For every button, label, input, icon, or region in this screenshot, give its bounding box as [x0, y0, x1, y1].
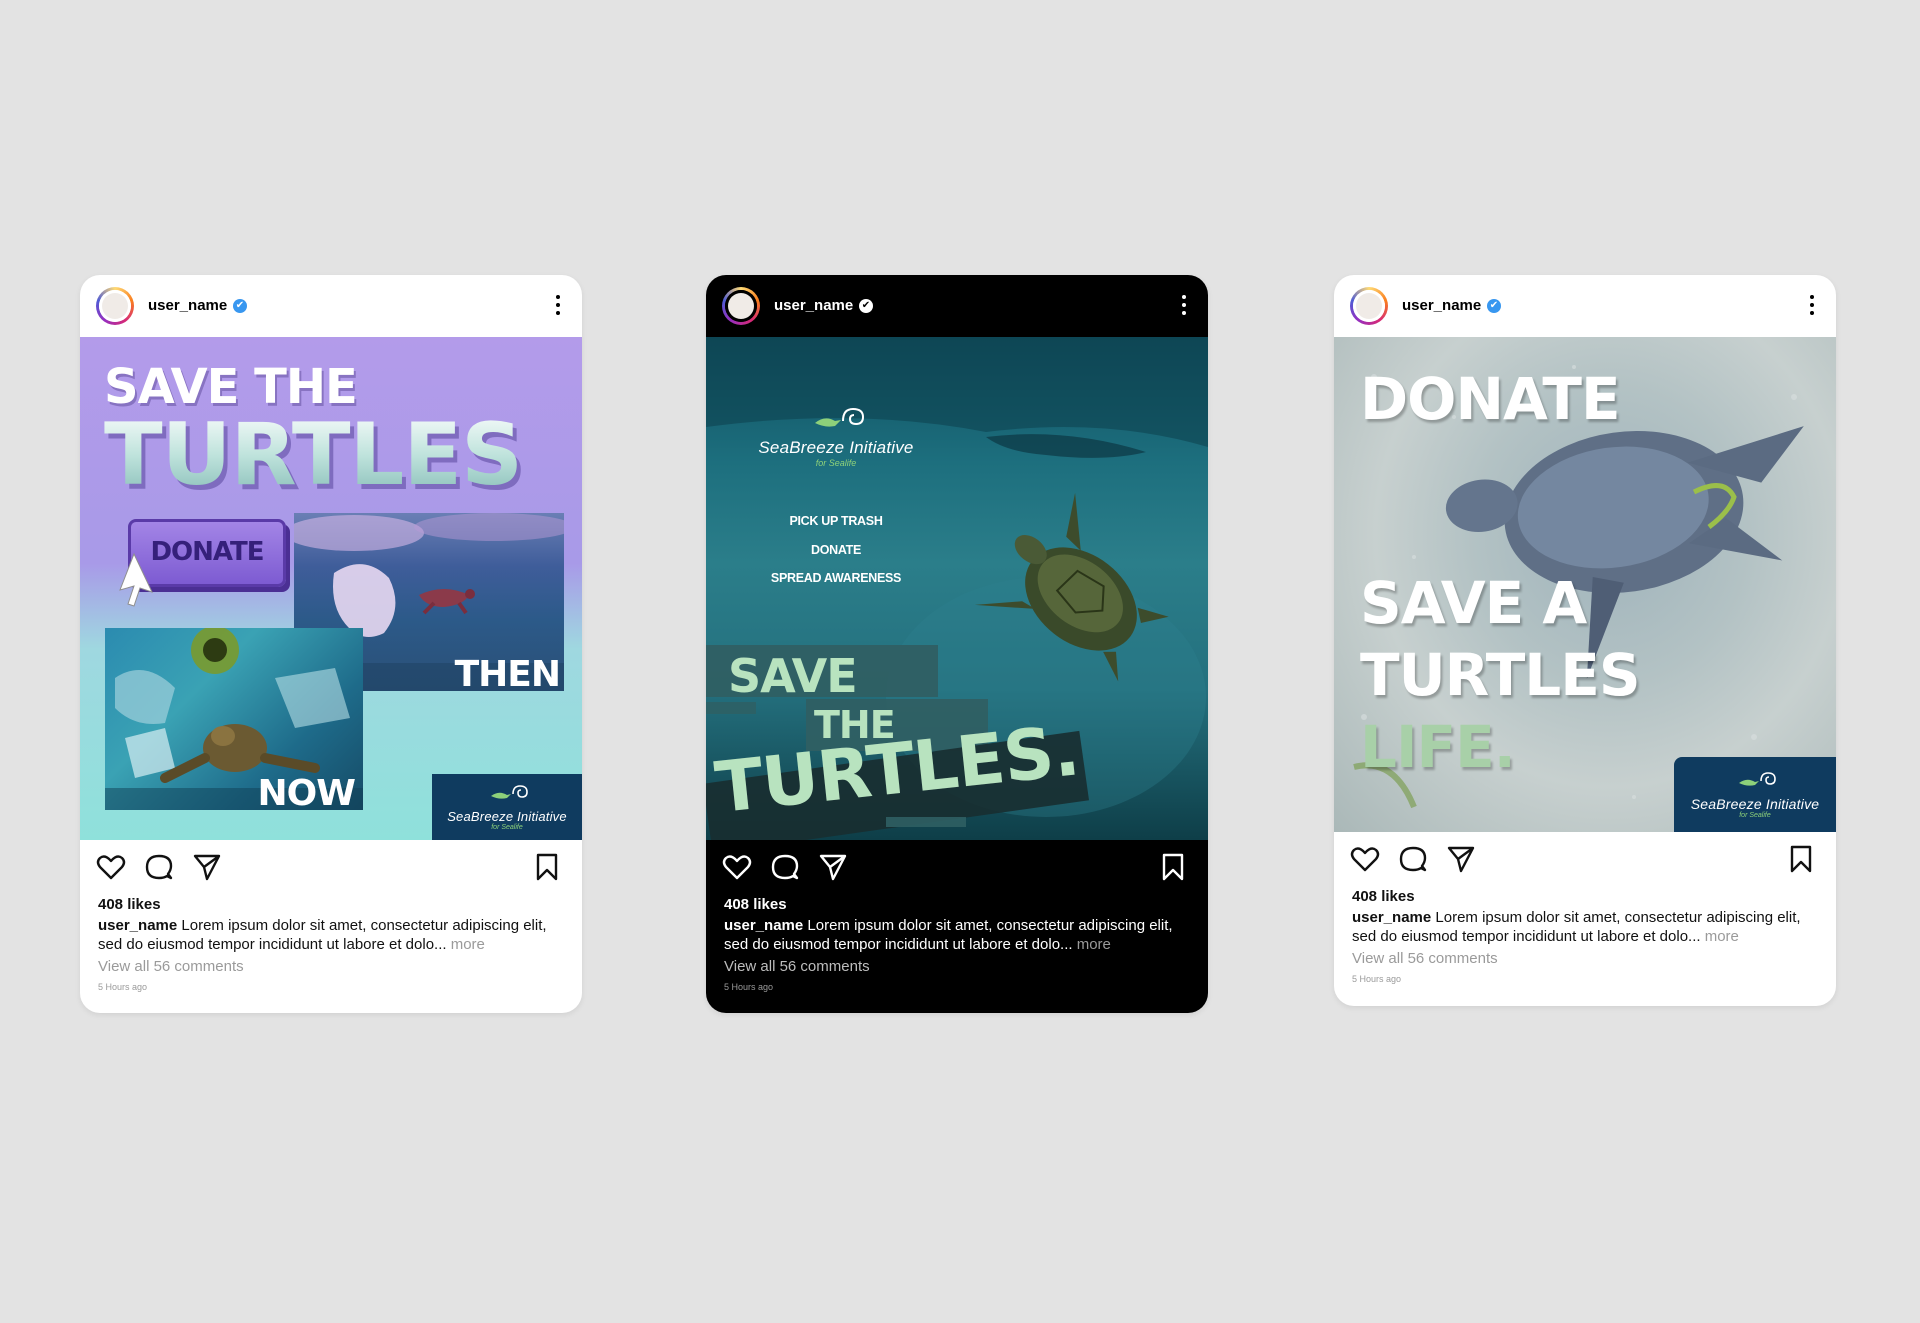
action-list: PICK UP TRASH DONATE SPREAD AWARENESS — [746, 507, 926, 593]
action-bar — [96, 852, 566, 882]
post-header: user_name ✔ — [80, 275, 582, 337]
action-item-pick-up-trash: PICK UP TRASH — [789, 514, 883, 528]
turtle-wave-logo-icon — [815, 407, 865, 427]
headline-life: LIFE. — [1360, 713, 1516, 781]
logo-subtitle: for Sealife — [815, 458, 857, 468]
post-caption: user_name Lorem ipsum dolor sit amet, co… — [724, 916, 1179, 954]
seabreeze-logo: SeaBreeze Initiative for Sealife — [1674, 757, 1836, 832]
post-header: user_name ✔ — [706, 275, 1208, 337]
username[interactable]: user_name — [148, 297, 227, 314]
post-footer: 408 likes user_name Lorem ipsum dolor si… — [706, 840, 1208, 1013]
headline-save-a: SAVE A — [1360, 569, 1587, 637]
turtle-wave-logo-icon — [1739, 772, 1776, 786]
caption-username[interactable]: user_name — [1352, 909, 1431, 926]
avatar[interactable] — [96, 287, 134, 325]
headline-word-save: SAVE — [728, 649, 858, 703]
caption-username[interactable]: user_name — [724, 917, 803, 934]
heart-icon[interactable] — [1350, 844, 1380, 874]
avatar[interactable] — [1350, 287, 1388, 325]
pointer-cursor-icon — [119, 552, 153, 607]
username[interactable]: user_name — [1402, 297, 1481, 314]
post-header: user_name ✔ — [1334, 275, 1836, 337]
logo-name: SeaBreeze Initiative — [447, 809, 567, 824]
share-icon[interactable] — [192, 852, 222, 882]
post-title-line-2: TURTLES — [104, 405, 523, 505]
avatar[interactable] — [722, 287, 760, 325]
verified-badge-icon: ✔ — [233, 299, 247, 313]
post-footer: 408 likes user_name Lorem ipsum dolor si… — [80, 840, 582, 1013]
verified-badge-icon: ✔ — [1487, 299, 1501, 313]
action-item-donate: DONATE — [810, 542, 862, 557]
more-options-icon[interactable] — [556, 295, 560, 315]
username[interactable]: user_name — [774, 297, 853, 314]
timestamp: 5 Hours ago — [724, 982, 774, 992]
bookmark-icon[interactable] — [1158, 852, 1188, 882]
likes-count[interactable]: 408 likes — [724, 896, 787, 913]
action-item-spread-awareness: SPREAD AWARENESS — [770, 571, 902, 585]
post-image[interactable]: SeaBreeze Initiative for Sealife PICK UP… — [706, 337, 1208, 840]
heart-icon[interactable] — [722, 852, 752, 882]
more-options-icon[interactable] — [1810, 295, 1814, 315]
headline-donate: DONATE — [1360, 365, 1621, 433]
comment-icon[interactable] — [144, 852, 174, 882]
post-image[interactable]: SAVE THE TURTLES THEN NOW DONATE SeaBree… — [80, 337, 582, 840]
comment-icon[interactable] — [1398, 844, 1428, 874]
caption-username[interactable]: user_name — [98, 917, 177, 934]
view-comments-link[interactable]: View all 56 comments — [724, 958, 870, 975]
instagram-post-card-3: user_name ✔ DONATE SAVE A TURTLES LIFE. … — [1334, 275, 1836, 1006]
then-label: THEN — [454, 654, 561, 691]
post-image[interactable]: DONATE SAVE A TURTLES LIFE. SeaBreeze In… — [1334, 337, 1836, 832]
seabreeze-logo: SeaBreeze Initiative for Sealife — [432, 774, 582, 840]
post-caption: user_name Lorem ipsum dolor sit amet, co… — [98, 916, 553, 954]
comment-icon[interactable] — [770, 852, 800, 882]
likes-count[interactable]: 408 likes — [1352, 888, 1415, 905]
timestamp: 5 Hours ago — [98, 982, 148, 992]
logo-name: SeaBreeze Initiative — [758, 438, 914, 457]
verified-badge-icon: ✔ — [859, 299, 873, 313]
post-caption: user_name Lorem ipsum dolor sit amet, co… — [1352, 908, 1807, 946]
instagram-post-card-2: user_name ✔ SeaBreeze Initiative for Sea… — [706, 275, 1208, 1013]
action-bar — [722, 852, 1192, 882]
share-icon[interactable] — [818, 852, 848, 882]
instagram-post-card-1: user_name ✔ SAVE THE TURTLES THEN NOW DO… — [80, 275, 582, 1013]
logo-subtitle: for Sealife — [491, 824, 523, 831]
logo-name: SeaBreeze Initiative — [1690, 796, 1820, 812]
likes-count[interactable]: 408 likes — [98, 896, 161, 913]
now-photo: NOW — [105, 628, 363, 810]
logo-subtitle: for Sealife — [1739, 812, 1771, 819]
bookmark-icon[interactable] — [1786, 844, 1816, 874]
bookmark-icon[interactable] — [532, 852, 562, 882]
view-comments-link[interactable]: View all 56 comments — [1352, 950, 1498, 967]
post-footer: 408 likes user_name Lorem ipsum dolor si… — [1334, 832, 1836, 1005]
more-options-icon[interactable] — [1182, 295, 1186, 315]
view-comments-link[interactable]: View all 56 comments — [98, 958, 244, 975]
timestamp: 5 Hours ago — [1352, 974, 1402, 984]
more-link[interactable]: more — [1073, 936, 1111, 953]
headline-turtles: TURTLES — [1360, 641, 1641, 709]
seabreeze-logo: SeaBreeze Initiative for Sealife — [746, 405, 926, 468]
share-icon[interactable] — [1446, 844, 1476, 874]
turtle-wave-logo-icon — [491, 785, 528, 799]
heart-icon[interactable] — [96, 852, 126, 882]
more-link[interactable]: more — [447, 936, 485, 953]
action-bar — [1350, 844, 1820, 874]
now-label: NOW — [257, 773, 356, 810]
more-link[interactable]: more — [1701, 928, 1739, 945]
